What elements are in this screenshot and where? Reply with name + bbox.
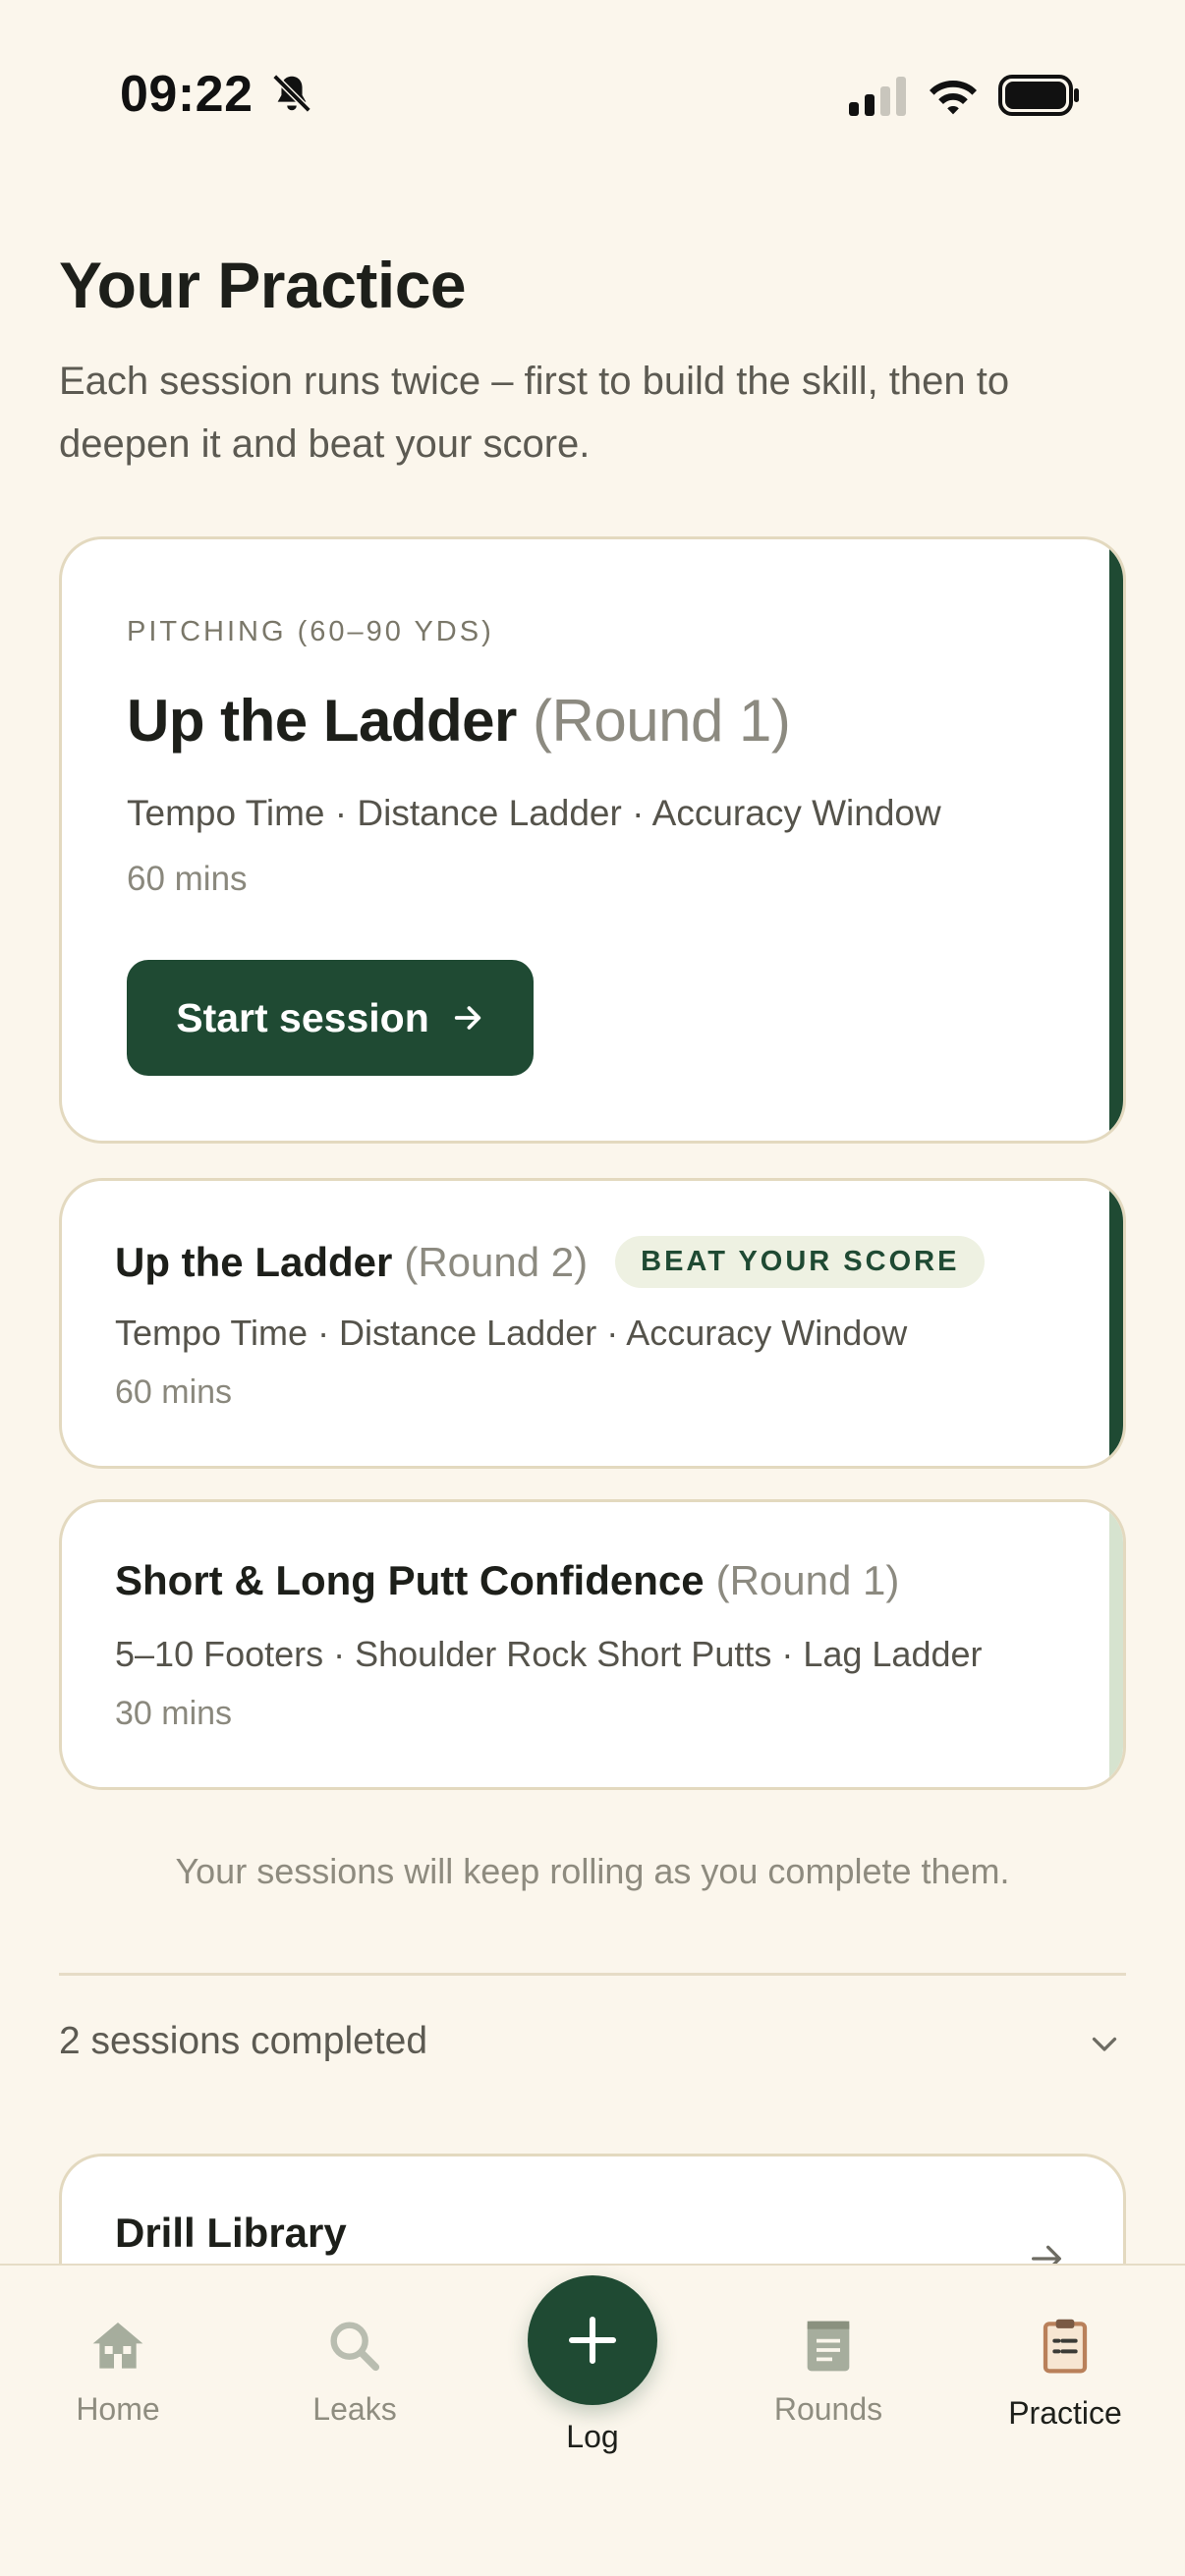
session-card-current[interactable]: PITCHING (60–90 YDS) Up the Ladder (Roun… [59,536,1126,1144]
scorecard-icon [807,2321,850,2372]
session-drills: Tempo Time · Distance Ladder · Accuracy … [127,793,941,833]
session-card-upcoming[interactable]: Short & Long Putt Confidence (Round 1) 5… [59,1499,1126,1790]
clipboard-icon [1043,2319,1088,2374]
session-title: Up the Ladder (Round 2) BEAT YOUR SCORE [115,1236,986,1288]
cellular-signal-icon [849,77,906,116]
session-duration: 60 mins [127,860,248,898]
drill-library-title: Drill Library [115,2210,347,2256]
page-title: Your Practice [59,249,467,321]
session-duration: 30 mins [115,1695,233,1732]
divider [59,1973,1126,1976]
nav-item-practice[interactable]: Practice [967,2315,1163,2432]
session-name: Up the Ladder [127,688,517,754]
session-category: PITCHING (60–90 YDS) [127,616,494,647]
start-session-button[interactable]: Start session [127,960,534,1076]
session-title: Up the Ladder (Round 1) [127,687,791,755]
completed-sessions-label: 2 sessions completed [59,2020,428,2062]
nav-item-log[interactable]: Log [494,2275,691,2455]
battery-icon [998,75,1079,116]
session-round: (Round 2) [404,1238,589,1285]
session-round: (Round 1) [715,1557,900,1603]
session-duration: 60 mins [115,1373,233,1411]
session-name: Up the Ladder [115,1238,393,1285]
rolling-note: Your sessions will keep rolling as you c… [175,1851,1010,1891]
status-time: 09:22 [120,66,254,123]
nav-label-rounds: Rounds [773,2391,883,2427]
start-session-label: Start session [176,994,429,1040]
nav-item-home[interactable]: Home [20,2315,216,2428]
session-drills: 5–10 Footers · Shoulder Rock Short Putts… [115,1634,983,1674]
bottom-nav: Home Leaks Log Rounds Practice [0,2264,1185,2576]
session-title: Short & Long Putt Confidence (Round 1) [115,1557,899,1604]
nav-label-home: Home [76,2391,160,2427]
nav-item-leaks[interactable]: Leaks [256,2315,453,2428]
nav-label-leaks: Leaks [312,2391,397,2427]
chevron-down-icon [1092,2037,1117,2051]
card-accent-stripe [1109,1181,1123,1466]
card-accent-stripe [1109,1502,1123,1787]
session-name: Short & Long Putt Confidence [115,1557,705,1603]
page-subtitle: Each session runs twice – first to build… [59,360,1010,466]
arrow-right-icon [454,1006,480,1030]
session-round: (Round 1) [533,688,791,754]
plus-icon [568,2316,617,2365]
nav-item-rounds[interactable]: Rounds [730,2315,927,2428]
log-fab-button[interactable] [528,2275,657,2405]
home-icon [92,2323,143,2369]
session-drills: Tempo Time · Distance Ladder · Accuracy … [115,1313,908,1353]
wifi-icon [930,81,977,115]
completed-sessions-toggle[interactable]: 2 sessions completed [59,2008,1126,2079]
practice-screen: 09:22 Your Practice Each session runs tw… [0,0,1185,2576]
beat-score-badge: BEAT YOUR SCORE [615,1236,986,1288]
nav-label-practice: Practice [1008,2395,1122,2431]
bell-muted-icon [272,74,311,113]
status-bar: 09:22 [0,0,1185,196]
session-card-next[interactable]: Up the Ladder (Round 2) BEAT YOUR SCORE … [59,1178,1126,1469]
search-icon [330,2322,380,2372]
card-accent-stripe [1109,539,1123,1141]
nav-label-log: Log [566,2419,619,2454]
